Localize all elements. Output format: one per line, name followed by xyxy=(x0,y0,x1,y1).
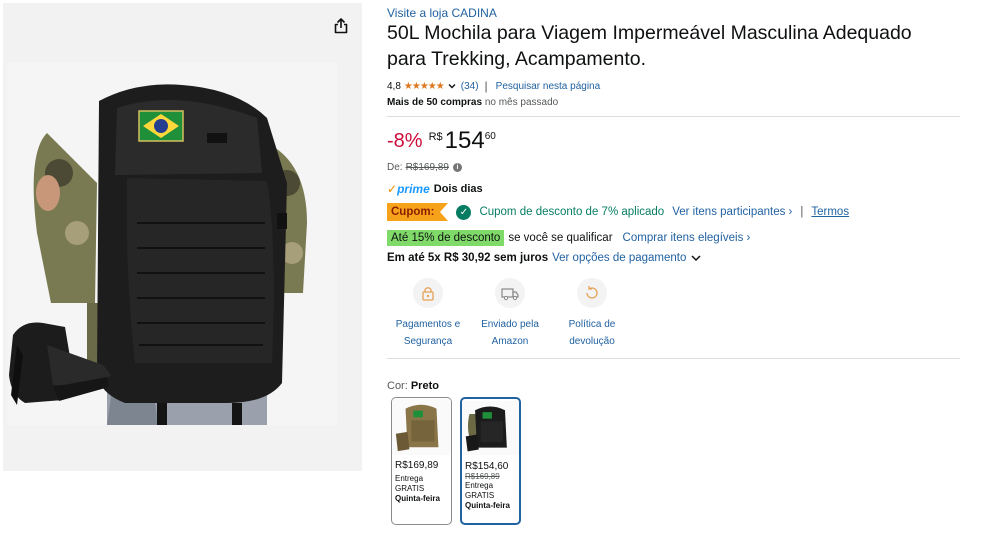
color-swatch-black[interactable]: R$154,60 R$169,89 Entrega GRATIS Quinta-… xyxy=(460,397,521,525)
list-price: De: R$169,89 i xyxy=(387,162,462,173)
check-circle-icon: ✓ xyxy=(456,204,472,220)
feature-label-line2: Segurança xyxy=(403,336,453,347)
feature-label-line2: Amazon xyxy=(491,336,529,347)
price-block: -8% R$ 154 60 xyxy=(387,128,496,154)
feature-icons: Pagamentos e Segurança Enviado pela Amaz… xyxy=(387,278,633,350)
share-icon xyxy=(334,18,348,34)
payment-options-link[interactable]: Ver opções de pagamento xyxy=(552,252,686,264)
bought-count-bold: Mais de 50 compras xyxy=(387,97,483,108)
swatch-delivery: Entrega xyxy=(395,474,424,483)
chevron-down-icon[interactable] xyxy=(690,253,702,263)
promo-text: se você se qualificar xyxy=(508,232,613,244)
star-rating-icon[interactable]: ★★★★★ xyxy=(404,81,445,92)
swatch-strike-price: R$169,89 xyxy=(465,472,500,481)
lock-icon xyxy=(413,278,443,308)
swatch-delivery: Entrega xyxy=(465,481,494,490)
list-price-label: De: xyxy=(387,162,403,173)
installments-row: Em até 5x R$ 30,92 sem juros Ver opções … xyxy=(387,252,702,264)
eligible-items-link[interactable]: Comprar itens elegíveis › xyxy=(623,232,751,244)
feature-label-line2: devolução xyxy=(569,336,615,347)
prime-logo: prime xyxy=(397,182,430,196)
list-price-value: R$169,89 xyxy=(405,162,449,173)
rating-value: 4,8 xyxy=(387,80,401,92)
prime-check-icon: ✓ xyxy=(387,182,398,196)
swatch-price: R$169,89 xyxy=(395,460,439,471)
price-currency: R$ xyxy=(428,131,443,143)
bought-count: Mais de 50 compras no mês passado xyxy=(387,97,558,108)
promo-row: Até 15% de desconto se você se qualifica… xyxy=(387,230,750,246)
coupon-separator: | xyxy=(800,206,804,218)
price-fraction: 60 xyxy=(484,131,496,142)
prime-delivery: ✓ prime Dois dias xyxy=(387,182,483,196)
swatch-price: R$154,60 xyxy=(465,461,509,472)
color-label-prefix: Cor: xyxy=(387,380,411,392)
coupon-tag: Cupom: xyxy=(387,203,449,221)
coupon-applied-text: Cupom de desconto de 7% aplicado xyxy=(479,206,665,218)
feature-label-line1: Política de xyxy=(568,319,616,330)
truck-icon xyxy=(495,278,525,308)
rating-separator: | xyxy=(484,79,488,93)
swatch-day: Quinta-feira xyxy=(395,494,440,503)
store-link[interactable]: Visite a loja CADINA xyxy=(387,6,497,20)
swatch-khaki-image xyxy=(392,398,451,456)
feature-payments-security[interactable]: Pagamentos e Segurança xyxy=(387,278,469,350)
terms-link[interactable]: Termos xyxy=(811,206,849,218)
rating-count-link[interactable]: (34) xyxy=(461,81,479,92)
product-title: 50L Mochila para Viagem Impermeável Masc… xyxy=(387,22,912,70)
promo-badge: Até 15% de desconto xyxy=(387,230,505,246)
share-button[interactable] xyxy=(328,13,354,39)
price-whole: 154 xyxy=(444,127,485,154)
product-image-panel xyxy=(3,3,362,471)
divider xyxy=(387,116,960,117)
divider xyxy=(387,358,960,359)
bought-count-rest: no mês passado xyxy=(482,97,559,108)
installments-text: Em até 5x R$ 30,92 sem juros xyxy=(387,252,549,264)
swatch-free: GRATIS xyxy=(395,484,425,493)
coupon-row: Cupom: ✓ Cupom de desconto de 7% aplicad… xyxy=(387,203,849,221)
feature-return-policy[interactable]: Política de devolução xyxy=(551,278,633,350)
backpack-side-view-image[interactable] xyxy=(3,315,115,415)
rating-row: 4,8 ★★★★★ (34) | Pesquisar nesta página xyxy=(387,79,600,93)
swatch-black-image xyxy=(462,400,519,456)
feature-label-line1: Pagamentos e xyxy=(395,319,461,330)
color-swatch-khaki[interactable]: R$169,89 Entrega GRATIS Quinta-feira xyxy=(391,397,452,525)
info-icon[interactable]: i xyxy=(452,163,462,172)
search-page-link[interactable]: Pesquisar nesta página xyxy=(496,81,601,92)
swatch-free: GRATIS xyxy=(465,491,495,500)
chevron-down-icon[interactable] xyxy=(447,81,457,91)
participating-items-link[interactable]: Ver itens participantes › xyxy=(672,206,792,218)
color-label: Cor: Preto xyxy=(387,380,439,392)
feature-label-line1: Enviado pela xyxy=(481,319,539,330)
return-icon xyxy=(577,278,607,308)
swatch-day: Quinta-feira xyxy=(465,501,510,510)
discount-percent: -8% xyxy=(387,130,423,152)
prime-days: Dois dias xyxy=(433,183,483,195)
feature-shipped-by-amazon[interactable]: Enviado pela Amazon xyxy=(469,278,551,350)
color-value: Preto xyxy=(410,380,439,392)
